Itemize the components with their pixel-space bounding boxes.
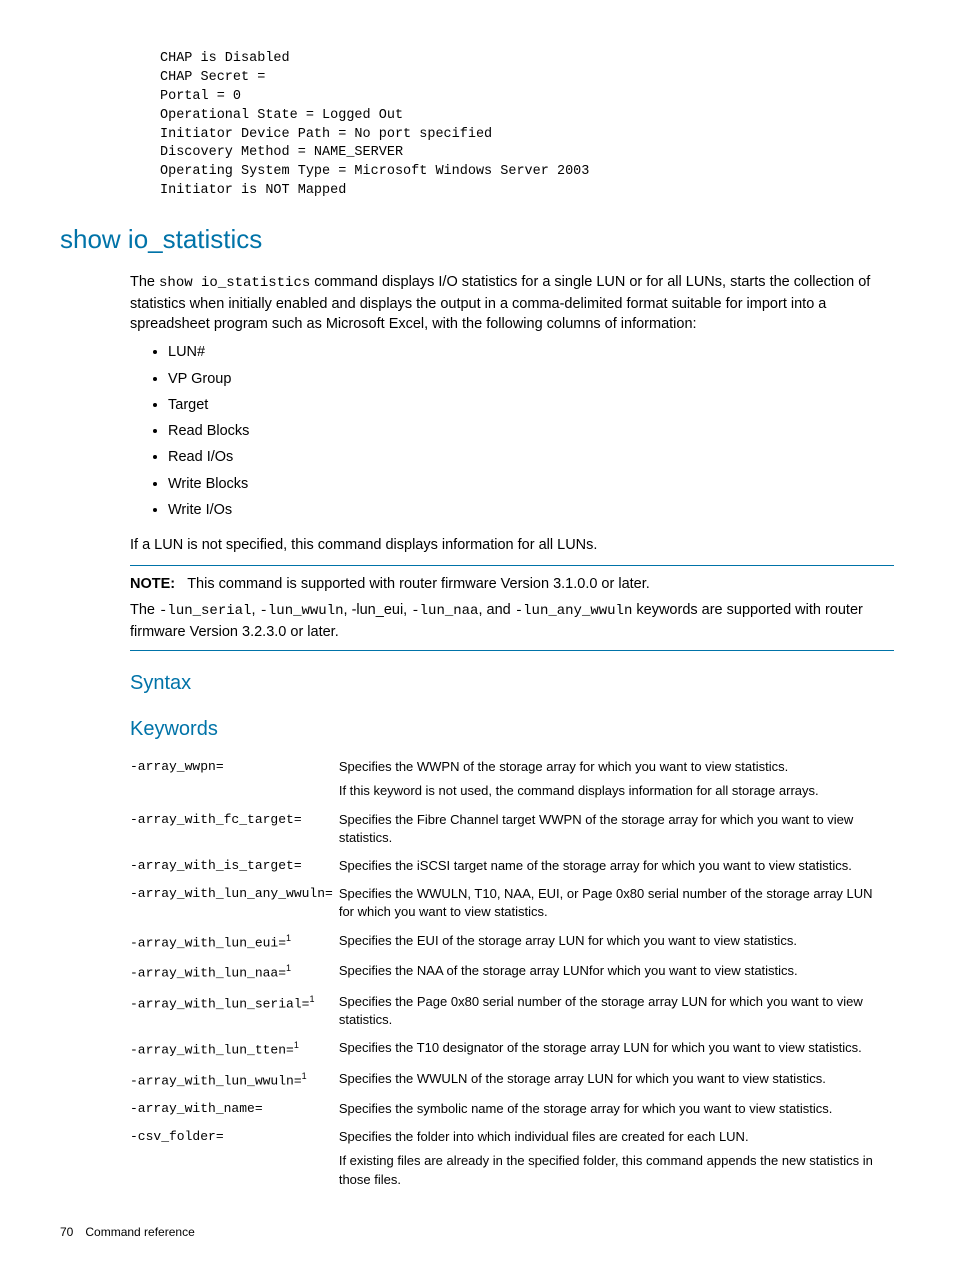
keyword-desc: Specifies the WWULN of the storage array…: [339, 1065, 894, 1096]
column-list: LUN# VP Group Target Read Blocks Read I/…: [150, 342, 894, 520]
note-label: NOTE:: [130, 576, 175, 592]
table-row: -array_with_name=Specifies the symbolic …: [130, 1095, 894, 1123]
note-kw2: -lun_wwuln: [260, 603, 344, 619]
footnote-marker: 1: [309, 994, 314, 1004]
table-row: -csv_folder=Specifies the folder into wh…: [130, 1123, 894, 1194]
syntax-heading: Syntax: [130, 669, 894, 697]
keyword-name: -array_with_is_target=: [130, 852, 339, 880]
table-row: -array_with_lun_any_wwuln=Specifies the …: [130, 880, 894, 926]
list-item: Write Blocks: [168, 474, 894, 494]
page-footer: 70 Command reference: [60, 1224, 894, 1241]
keyword-name: -array_with_lun_serial=1: [130, 988, 339, 1034]
keyword-desc: Specifies the folder into which individu…: [339, 1123, 894, 1194]
note-kw4: -lun_any_wwuln: [515, 603, 633, 619]
list-item: LUN#: [168, 342, 894, 362]
list-item: VP Group: [168, 369, 894, 389]
note-kw3: -lun_naa: [411, 603, 478, 619]
section-heading: show io_statistics: [60, 221, 894, 257]
table-row: -array_with_lun_naa=1Specifies the NAA o…: [130, 957, 894, 988]
keywords-table: -array_wwpn=Specifies the WWPN of the st…: [130, 753, 894, 1194]
footnote-marker: 1: [286, 933, 291, 943]
table-row: -array_with_fc_target=Specifies the Fibr…: [130, 806, 894, 852]
keyword-name: -csv_folder=: [130, 1123, 339, 1194]
keyword-name: -array_with_name=: [130, 1095, 339, 1123]
note-sep3: , and: [478, 602, 514, 618]
keyword-name: -array_with_lun_naa=1: [130, 957, 339, 988]
list-item: Write I/Os: [168, 500, 894, 520]
keyword-desc: Specifies the Page 0x80 serial number of…: [339, 988, 894, 1034]
note-sep2: , -lun_eui,: [344, 602, 412, 618]
table-row: -array_with_lun_tten=1Specifies the T10 …: [130, 1034, 894, 1065]
code-output-block: CHAP is Disabled CHAP Secret = Portal = …: [160, 50, 894, 201]
list-item: Read Blocks: [168, 421, 894, 441]
keyword-desc: Specifies the WWPN of the storage array …: [339, 753, 894, 805]
note-sep1: ,: [251, 602, 259, 618]
table-row: -array_with_lun_serial=1Specifies the Pa…: [130, 988, 894, 1034]
keyword-name: -array_with_lun_tten=1: [130, 1034, 339, 1065]
table-row: -array_wwpn=Specifies the WWPN of the st…: [130, 753, 894, 805]
keyword-desc: Specifies the WWULN, T10, NAA, EUI, or P…: [339, 880, 894, 926]
keyword-name: -array_wwpn=: [130, 753, 339, 805]
keyword-desc: Specifies the Fibre Channel target WWPN …: [339, 806, 894, 852]
keyword-name: -array_with_lun_wwuln=1: [130, 1065, 339, 1096]
keyword-desc: Specifies the EUI of the storage array L…: [339, 927, 894, 958]
page-number: 70: [60, 1224, 73, 1241]
footnote-marker: 1: [286, 963, 291, 973]
keyword-desc: Specifies the symbolic name of the stora…: [339, 1095, 894, 1123]
post-list-text: If a LUN is not specified, this command …: [130, 535, 894, 555]
footnote-marker: 1: [302, 1071, 307, 1081]
table-row: -array_with_lun_eui=1Specifies the EUI o…: [130, 927, 894, 958]
note-line2-pre: The: [130, 602, 159, 618]
keyword-name: -array_with_fc_target=: [130, 806, 339, 852]
table-row: -array_with_lun_wwuln=1Specifies the WWU…: [130, 1065, 894, 1096]
keyword-name: -array_with_lun_eui=1: [130, 927, 339, 958]
intro-prefix: The: [130, 274, 159, 290]
intro-paragraph: The show io_statistics command displays …: [130, 272, 894, 334]
list-item: Read I/Os: [168, 447, 894, 467]
note-line1: This command is supported with router fi…: [187, 576, 650, 592]
footnote-marker: 1: [294, 1040, 299, 1050]
list-item: Target: [168, 395, 894, 415]
table-row: -array_with_is_target=Specifies the iSCS…: [130, 852, 894, 880]
keywords-heading: Keywords: [130, 715, 894, 743]
note-block: NOTE: This command is supported with rou…: [130, 565, 894, 651]
keyword-name: -array_with_lun_any_wwuln=: [130, 880, 339, 926]
note-kw1: -lun_serial: [159, 603, 251, 619]
footer-label: Command reference: [85, 1225, 194, 1239]
keyword-desc: Specifies the iSCSI target name of the s…: [339, 852, 894, 880]
keyword-desc: Specifies the T10 designator of the stor…: [339, 1034, 894, 1065]
intro-code: show io_statistics: [159, 275, 310, 291]
keyword-desc: Specifies the NAA of the storage array L…: [339, 957, 894, 988]
